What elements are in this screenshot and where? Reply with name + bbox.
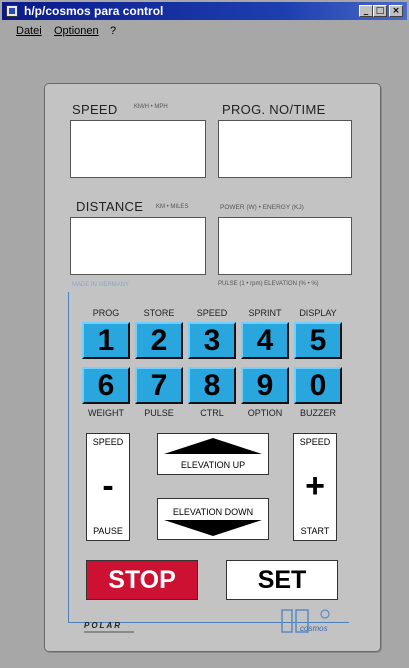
made-in-germany-label: MADE IN GERMANY [72,282,130,288]
speed-label: SPEED [72,102,118,117]
key-label-sprint: SPRINT [248,308,282,318]
key-4[interactable]: 4 [241,322,289,359]
elevation-down-label: ELEVATION DOWN [172,507,254,517]
key-1[interactable]: 1 [82,322,130,359]
key-3[interactable]: 3 [188,322,236,359]
minimize-button[interactable]: _ [359,5,373,17]
arrow-up-icon [164,438,262,454]
speed-units-label: KM/H • MPH [134,104,168,110]
key-label-prog: PROG [92,308,120,318]
polar-logo: POLAR [84,621,122,630]
elevation-up-button[interactable]: ELEVATION UP [157,433,269,475]
distance-display [70,217,206,275]
key-label-display: DISPLAY [299,308,337,318]
key-label-speed: SPEED [196,308,228,318]
key-6[interactable]: 6 [82,367,130,404]
key-7[interactable]: 7 [135,367,183,404]
key-0[interactable]: 0 [294,367,342,404]
prog-display [218,120,352,178]
menu-optionen[interactable]: Optionen [54,25,99,37]
cosmos-logo-mark [281,609,330,633]
key-5[interactable]: 5 [294,322,342,359]
speed-plus-top-label: SPEED [299,437,331,447]
elevation-up-label: ELEVATION UP [180,460,246,470]
distance-label: DISTANCE [76,199,144,214]
cosmos-logo-text: cosmos [300,624,328,633]
power-label: POWER (W) • ENERGY (KJ) [220,204,304,211]
polar-logo-underline [84,631,134,633]
pause-label: PAUSE [93,526,123,536]
speed-plus-start-button[interactable]: SPEED + START [293,433,337,541]
key-9[interactable]: 9 [241,367,289,404]
set-button[interactable]: SET [226,560,338,600]
power-display [218,217,352,275]
arrow-down-icon [164,520,262,536]
key-label-store: STORE [143,308,175,318]
menu-help[interactable]: ? [110,25,116,37]
key-label-ctrl: CTRL [200,408,224,418]
menu-datei[interactable]: Datei [16,25,42,37]
close-button[interactable]: × [389,5,403,17]
pulse-elevation-label: PULSE (1 • rpm) ELEVATION (% • %) [218,281,319,287]
title-bar: h/p/cosmos para control _ □ × [2,2,407,20]
key-2[interactable]: 2 [135,322,183,359]
key-8[interactable]: 8 [188,367,236,404]
cosmos-logo: cosmos [278,606,344,638]
speed-minus-top-label: SPEED [92,437,124,447]
key-label-option: OPTION [247,408,283,418]
key-label-pulse: PULSE [144,408,174,418]
plus-icon: + [305,467,325,505]
app-window: h/p/cosmos para control _ □ × Datei Opti… [0,0,409,668]
start-label: START [300,526,330,536]
key-label-weight: WEIGHT [88,408,124,418]
key-label-buzzer: BUZZER [300,408,336,418]
speed-minus-pause-button[interactable]: SPEED - PAUSE [86,433,130,541]
stop-button[interactable]: STOP [86,560,198,600]
speed-display [70,120,206,178]
menu-bar: Datei Optionen ? [2,22,407,40]
minus-icon: - [102,467,114,505]
distance-units-label: KM • MILES [156,204,189,210]
prog-label: PROG. NO/TIME [222,102,326,117]
elevation-down-button[interactable]: ELEVATION DOWN [157,498,269,540]
app-icon[interactable] [6,5,18,17]
maximize-button[interactable]: □ [373,5,387,17]
window-title: h/p/cosmos para control [24,4,164,18]
